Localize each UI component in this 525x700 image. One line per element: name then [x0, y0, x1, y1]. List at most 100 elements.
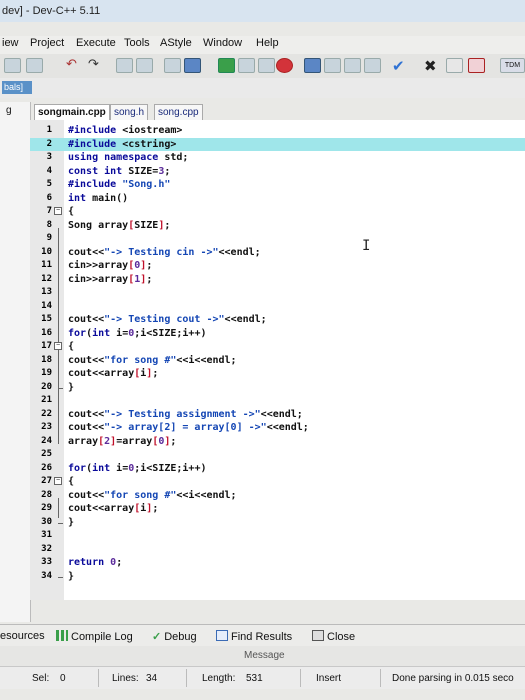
- menu-tools[interactable]: Tools: [124, 37, 150, 49]
- code-line[interactable]: 27−{: [30, 475, 525, 489]
- code-line[interactable]: 9: [30, 232, 525, 246]
- bookmark-icon[interactable]: [184, 58, 201, 73]
- code-line[interactable]: 30}: [30, 516, 525, 530]
- title-bar: dev] - Dev-C++ 5.11: [0, 0, 525, 22]
- line-number: 21: [41, 395, 52, 405]
- editor-tabs: songmain.cpp song.h song.cpp: [30, 104, 525, 120]
- find-results-icon: [216, 630, 228, 641]
- bottom-panel-tabs: esources Compile Log ✓ Debug Find Results…: [0, 624, 525, 647]
- code-line[interactable]: 28 cout<<"for song #"<<i<<endl;: [30, 489, 525, 503]
- length-value: 531: [246, 673, 263, 684]
- menu-help[interactable]: Help: [256, 37, 279, 49]
- code-line[interactable]: 10 cout<<"-> Testing cin ->"<<endl;: [30, 246, 525, 260]
- code-line[interactable]: 14: [30, 300, 525, 314]
- code-line[interactable]: 8 Song array[SIZE];: [30, 219, 525, 233]
- print-preview-icon[interactable]: [26, 58, 43, 73]
- code-text: {: [68, 341, 75, 352]
- compile-log-icon: [56, 630, 68, 641]
- code-text: cout<<array[i];: [68, 503, 159, 514]
- menu-view[interactable]: iew: [2, 37, 19, 49]
- print-icon[interactable]: [4, 58, 21, 73]
- code-line[interactable]: 29 cout<<array[i];: [30, 502, 525, 516]
- tab-debug[interactable]: ✓ Debug: [152, 630, 197, 643]
- find-icon[interactable]: [116, 58, 133, 73]
- tab-compile-log[interactable]: Compile Log: [56, 630, 133, 643]
- goto-icon[interactable]: [164, 58, 181, 73]
- chart-icon[interactable]: [446, 58, 463, 73]
- close-x-icon[interactable]: ✖: [424, 57, 437, 75]
- line-number: 17: [41, 341, 52, 351]
- code-text: {: [68, 476, 75, 487]
- line-number: 11: [41, 260, 52, 270]
- code-line[interactable]: 2 #include <cstring>: [30, 137, 525, 151]
- code-line[interactable]: 1 #include <iostream>: [30, 124, 525, 138]
- profile-icon[interactable]: [468, 58, 485, 73]
- code-line[interactable]: 12 cin>>array[1];: [30, 273, 525, 287]
- tab-find-results[interactable]: Find Results: [216, 630, 292, 643]
- fold-toggle-icon[interactable]: −: [54, 207, 62, 215]
- run-icon[interactable]: [238, 58, 255, 73]
- compile-run-icon[interactable]: [258, 58, 275, 73]
- code-line[interactable]: 11 cin>>array[0];: [30, 259, 525, 273]
- undo-icon[interactable]: ↶: [66, 56, 83, 71]
- code-text: #include "Song.h": [68, 179, 171, 190]
- code-line[interactable]: 24 array[2]=array[0];: [30, 435, 525, 449]
- secondary-toolbar: bals]: [0, 78, 525, 98]
- code-text: cout<<"for song #"<<i<<endl;: [68, 489, 237, 501]
- code-line[interactable]: 19 cout<<array[i];: [30, 367, 525, 381]
- compiler-select[interactable]: TDM: [500, 58, 525, 73]
- tab-song-cpp[interactable]: song.cpp: [154, 104, 203, 120]
- open-project-icon[interactable]: [324, 58, 341, 73]
- code-editor[interactable]: 1 #include <iostream> 2 #include <cstring> 3…: [30, 120, 525, 600]
- code-line[interactable]: 33 return 0;: [30, 556, 525, 570]
- code-text: Song array[SIZE];: [68, 219, 171, 231]
- code-line[interactable]: 13: [30, 286, 525, 300]
- code-line[interactable]: 25: [30, 448, 525, 462]
- close-label: Close: [327, 631, 356, 643]
- status-bar: Sel: 0 Lines: 34 Length: 531 Insert Done…: [0, 666, 525, 689]
- stop-icon[interactable]: [276, 58, 293, 73]
- code-line[interactable]: 32: [30, 543, 525, 557]
- code-line[interactable]: 18 cout<<"for song #"<<i<<endl;: [30, 354, 525, 368]
- menu-project[interactable]: Project: [30, 37, 64, 49]
- line-number: 23: [41, 422, 52, 432]
- tab-resources[interactable]: esources: [0, 630, 45, 642]
- redo-icon[interactable]: ↷: [88, 56, 105, 71]
- compile-icon[interactable]: [218, 58, 235, 73]
- code-line[interactable]: 26 for(int i=0;i<SIZE;i++): [30, 462, 525, 476]
- code-line[interactable]: 16 for(int i=0;i<SIZE;i++): [30, 327, 525, 341]
- menu-window[interactable]: Window: [203, 37, 242, 49]
- close-panel-button[interactable]: Close: [312, 630, 355, 643]
- code-line[interactable]: 20}: [30, 381, 525, 395]
- tab-songmain[interactable]: songmain.cpp: [34, 104, 110, 120]
- code-line[interactable]: 4 const int SIZE=3;: [30, 165, 525, 179]
- close-panel-icon: [312, 630, 324, 641]
- code-line[interactable]: 7−{: [30, 205, 525, 219]
- code-line[interactable]: 3 using namespace std;: [30, 151, 525, 165]
- fold-toggle-icon[interactable]: −: [54, 477, 62, 485]
- fold-toggle-icon[interactable]: −: [54, 342, 62, 350]
- code-line[interactable]: 6 int main(): [30, 192, 525, 206]
- tab-song-h[interactable]: song.h: [110, 104, 149, 120]
- code-line[interactable]: 34}: [30, 570, 525, 584]
- code-line[interactable]: 31: [30, 529, 525, 543]
- layout-icon[interactable]: [344, 58, 361, 73]
- code-line[interactable]: 23 cout<<"-> array[2] = array[0] ->"<<end…: [30, 421, 525, 435]
- line-number: 34: [41, 570, 52, 581]
- new-project-icon[interactable]: [304, 58, 321, 73]
- code-text: cout<<"-> array[2] = array[0] ->"<<endl;: [68, 422, 309, 433]
- check-icon[interactable]: ✔: [392, 57, 405, 75]
- menu-astyle[interactable]: AStyle: [160, 37, 192, 49]
- code-line[interactable]: 15 cout<<"-> Testing cout ->"<<endl;: [30, 313, 525, 327]
- menu-execute[interactable]: Execute: [76, 37, 116, 49]
- panel-tab-label[interactable]: g: [6, 105, 12, 116]
- line-number: 32: [41, 543, 52, 554]
- code-line[interactable]: 17−{: [30, 340, 525, 354]
- scope-combo[interactable]: bals]: [2, 81, 32, 94]
- grid-icon[interactable]: [364, 58, 381, 73]
- code-line[interactable]: 22 cout<<"-> Testing assignment ->"<<endl…: [30, 408, 525, 422]
- replace-icon[interactable]: [136, 58, 153, 73]
- code-line[interactable]: 5 #include "Song.h": [30, 178, 525, 192]
- code-text: using namespace std;: [68, 152, 189, 163]
- code-line[interactable]: 21: [30, 394, 525, 408]
